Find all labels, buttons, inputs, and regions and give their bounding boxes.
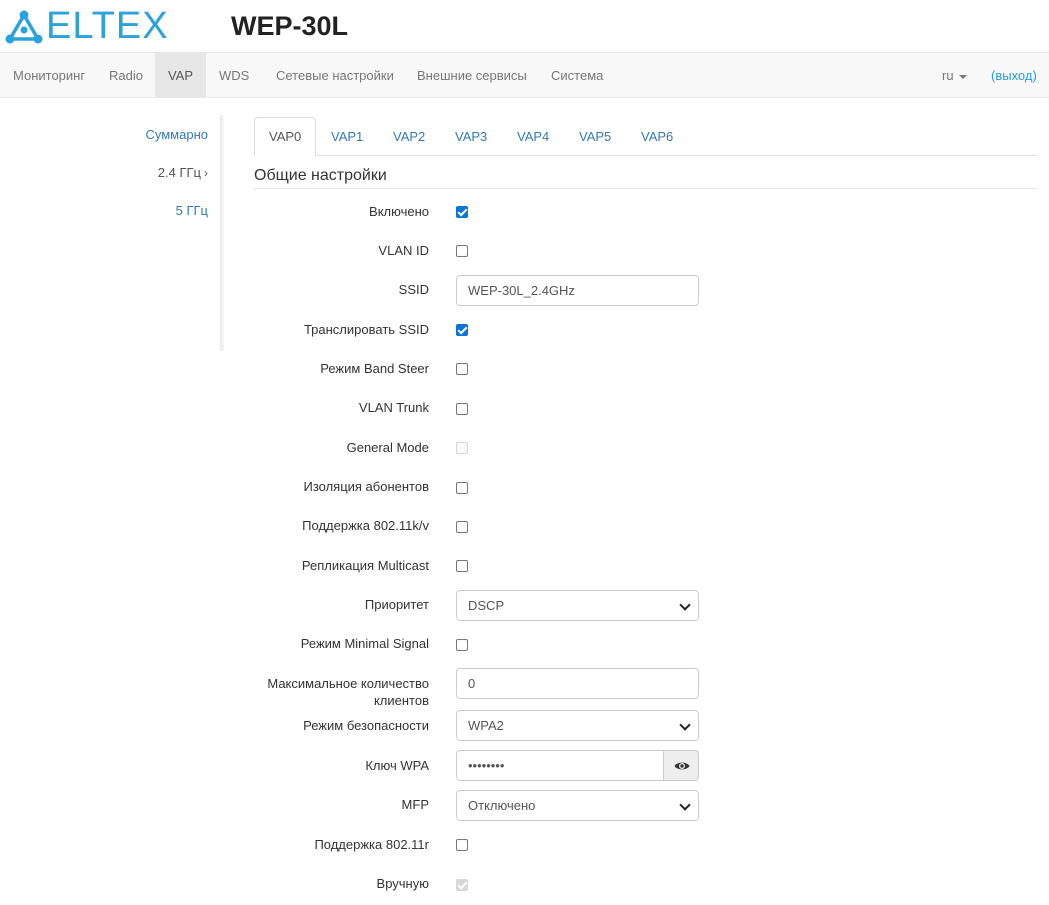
wpa-key-input[interactable]: •••••••• [456,750,664,781]
tab-vap1[interactable]: VAP1 [316,117,378,156]
language-dropdown[interactable]: ru [942,53,967,98]
max-clients-label-line2: клиентов [373,693,429,708]
enabled-checkbox[interactable] [456,206,468,218]
security-mode-label: Режим безопасности [303,718,429,733]
manual-checkbox [456,879,468,891]
sidebar-item-summary[interactable]: Суммарно [146,127,209,142]
header: ELTEX WEP-30L [0,0,1049,52]
band-steer-checkbox[interactable] [456,363,468,375]
general-mode-label: General Mode [346,440,429,455]
nav-item-system[interactable]: Система [538,53,616,98]
nav-item-vap[interactable]: VAP [155,53,206,98]
chevron-right-icon: › [204,166,208,180]
vlan-id-checkbox[interactable] [456,245,468,257]
caret-down-icon [958,74,967,79]
sidebar-item-label: 2.4 ГГц [157,165,201,180]
vlan-id-label: VLAN ID [378,243,429,258]
ssid-input[interactable]: WEP-30L_2.4GHz [456,275,699,306]
broadcast-ssid-label: Транслировать SSID [303,322,429,337]
sidebar-item-2-4ghz[interactable]: 2.4 ГГц › [158,165,208,180]
priority-select[interactable]: DSCP [456,590,699,621]
sidebar-item-5ghz[interactable]: 5 ГГц [176,203,208,218]
multicast-replication-checkbox[interactable] [456,560,468,572]
product-title: WEP-30L [231,11,349,41]
max-clients-label-line1: Максимальное количество [267,676,429,691]
nav-item-wds[interactable]: WDS [206,53,262,98]
vap-tabs: VAP0 VAP1 VAP2 VAP3 VAP4 VAP5 VAP6 [254,117,1037,157]
sidebar: Суммарно 2.4 ГГц › 5 ГГц [0,115,222,351]
support-80211kv-checkbox[interactable] [456,521,468,533]
logo-mark-icon [5,10,43,44]
vlan-trunk-label: VLAN Trunk [358,400,429,415]
eltex-logo[interactable]: ELTEX [4,6,179,46]
main-navbar: Мониторинг Radio VAP WDS Сетевые настрой… [0,52,1049,98]
max-clients-label: Максимальное количество клиентов [267,675,429,709]
tab-vap4[interactable]: VAP4 [502,117,564,156]
section-title: Общие настройки [254,166,1037,189]
support-80211kv-label: Поддержка 802.11k/v [302,518,429,533]
band-steer-label: Режим Band Steer [320,361,429,376]
nav-item-monitoring[interactable]: Мониторинг [0,53,98,98]
manual-label: Вручную [376,876,429,891]
client-isolation-label: Изоляция абонентов [303,479,429,494]
broadcast-ssid-checkbox[interactable] [456,324,468,336]
security-mode-value: WPA2 [468,718,504,733]
tab-vap6[interactable]: VAP6 [626,117,688,156]
client-isolation-checkbox[interactable] [456,482,468,494]
minimal-signal-checkbox[interactable] [456,639,468,651]
mfp-label: MFP [401,797,429,812]
enabled-label: Включено [369,204,429,219]
support-80211r-label: Поддержка 802.11r [314,837,429,852]
multicast-replication-label: Репликация Multicast [301,558,429,573]
mfp-value: Отключено [468,798,536,813]
ssid-label: SSID [398,282,429,297]
priority-label: Приоритет [364,597,429,612]
priority-value: DSCP [468,598,505,613]
tab-vap5[interactable]: VAP5 [564,117,626,156]
tab-vap2[interactable]: VAP2 [378,117,440,156]
language-label: ru [942,68,954,83]
max-clients-input[interactable]: 0 [456,668,699,699]
wpa-key-label: Ключ WPA [365,758,429,773]
eye-icon [674,762,690,770]
nav-item-network-settings[interactable]: Сетевые настройки [263,53,407,98]
security-mode-select[interactable]: WPA2 [456,710,699,741]
general-mode-checkbox [456,442,468,454]
sidebar-divider [220,115,224,351]
mfp-select[interactable]: Отключено [456,790,699,821]
show-password-button[interactable] [663,750,699,781]
tab-vap0[interactable]: VAP0 [254,117,317,157]
minimal-signal-label: Режим Minimal Signal [300,636,429,651]
wpa-key-group: •••••••• [456,750,699,781]
logout-link[interactable]: (выход) [991,53,1037,98]
logo-text: ELTEX [46,5,169,47]
nav-item-external-services[interactable]: Внешние сервисы [404,53,540,98]
nav-item-radio[interactable]: Radio [96,53,156,98]
support-80211r-checkbox[interactable] [456,839,468,851]
vlan-trunk-checkbox[interactable] [456,403,468,415]
tab-vap3[interactable]: VAP3 [440,117,502,156]
